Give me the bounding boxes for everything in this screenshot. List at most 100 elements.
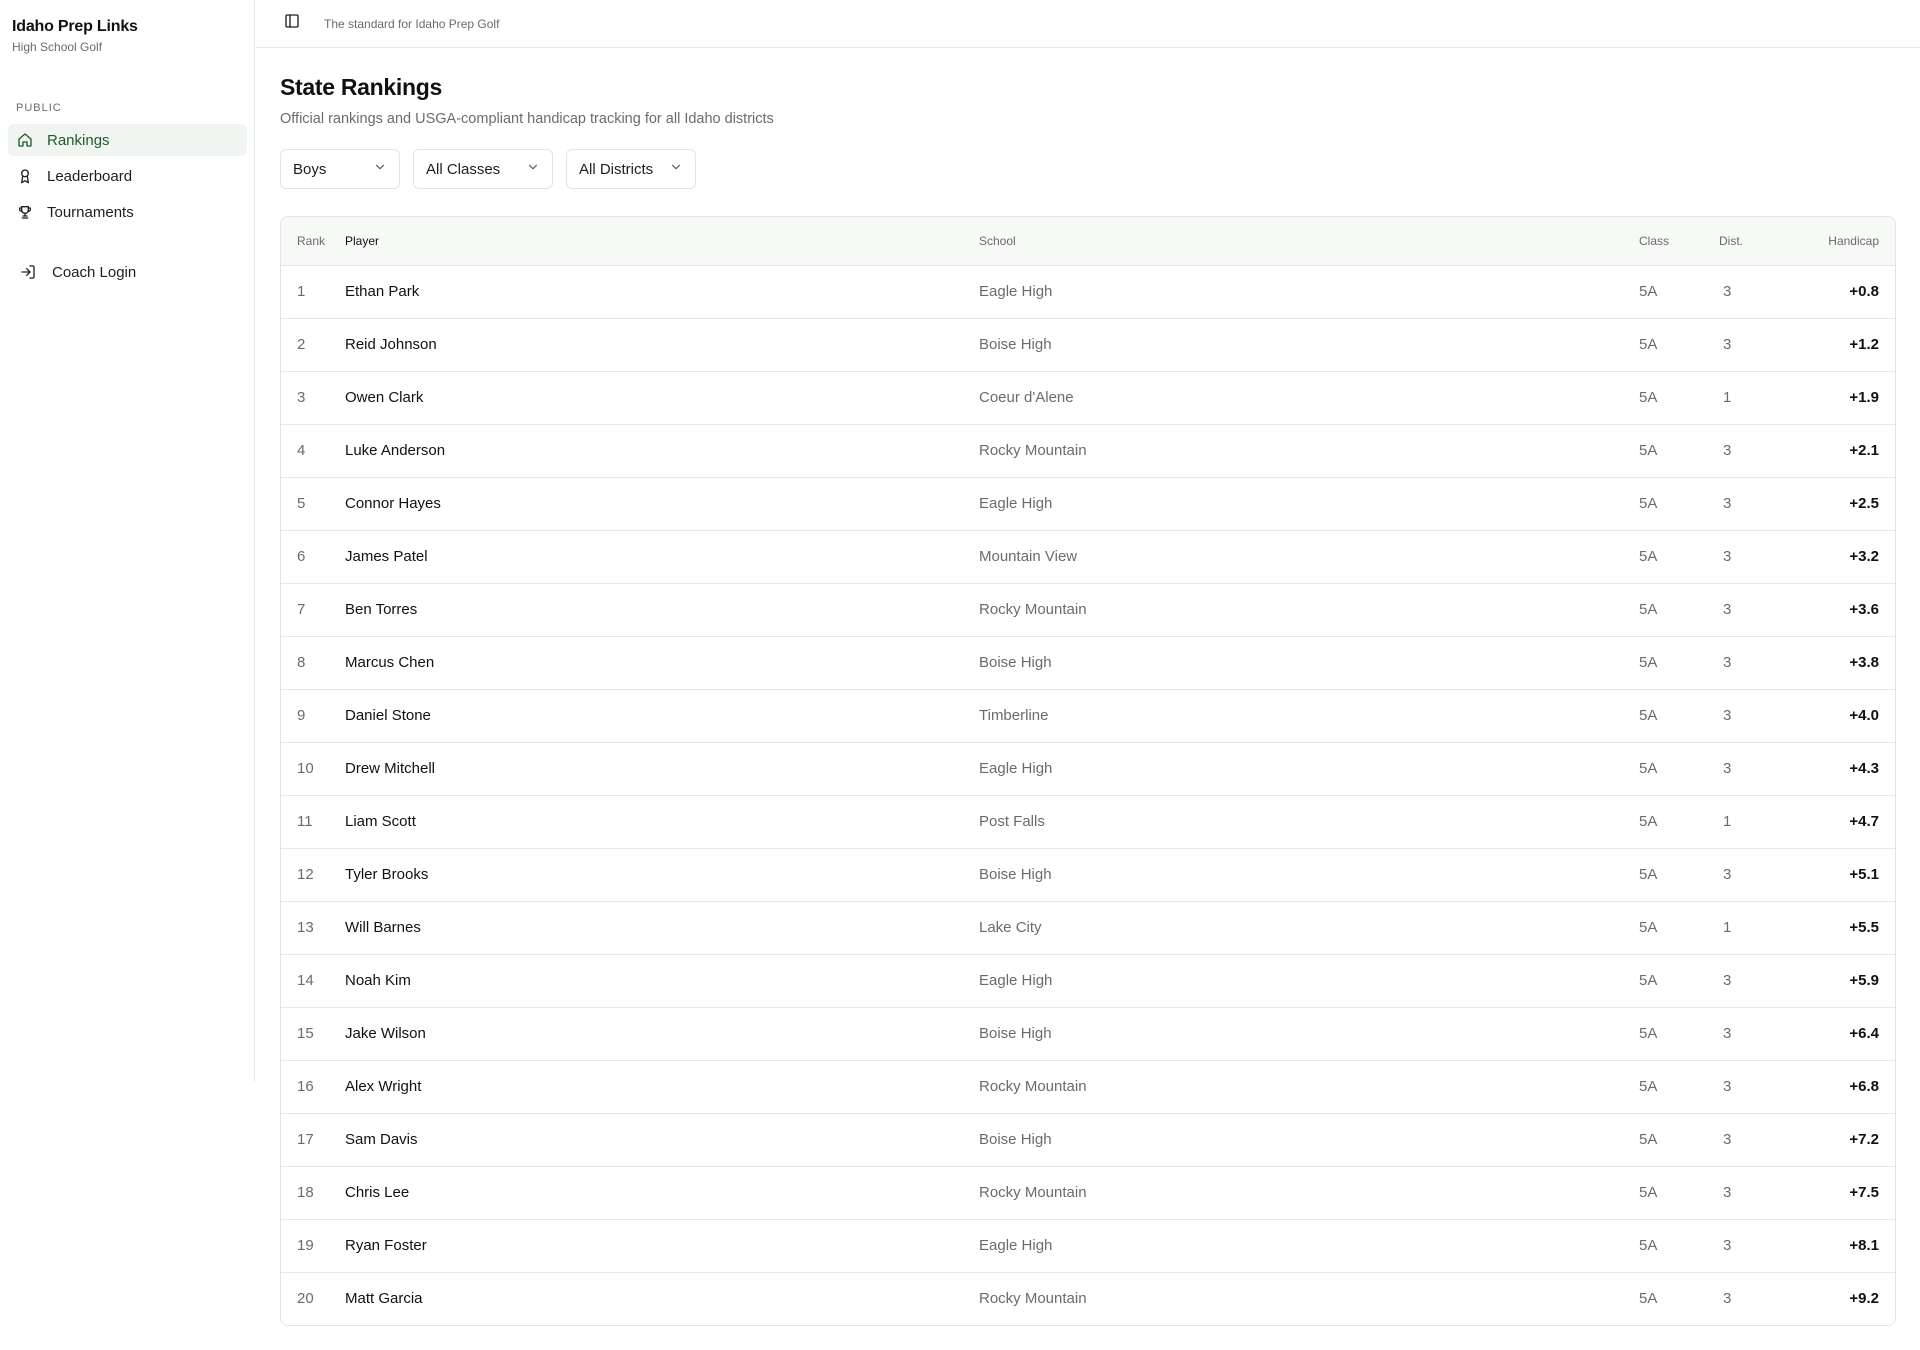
table-row[interactable]: 9 Daniel Stone Timberline 5A 3 +4.0 [281, 689, 1895, 742]
cell-rank: 3 [297, 389, 306, 406]
class-select[interactable]: All Classes [413, 149, 553, 189]
cell-school: Boise High [979, 336, 1052, 353]
table-row[interactable]: 20 Matt Garcia Rocky Mountain 5A 3 +9.2 [281, 1272, 1895, 1325]
cell-class: 5A [1639, 1237, 1658, 1254]
cell-class: 5A [1639, 548, 1658, 565]
table-row[interactable]: 16 Alex Wright Rocky Mountain 5A 3 +6.8 [281, 1060, 1895, 1113]
trophy-icon [17, 204, 33, 220]
cell-class: 5A [1639, 283, 1658, 300]
cell-player: Reid Johnson [345, 336, 437, 353]
table-row[interactable]: 11 Liam Scott Post Falls 5A 1 +4.7 [281, 795, 1895, 848]
cell-rank: 6 [297, 548, 306, 565]
cell-player: Alex Wright [345, 1078, 422, 1095]
coach-login-button[interactable]: Coach Login [20, 258, 136, 286]
table-row[interactable]: 8 Marcus Chen Boise High 5A 3 +3.8 [281, 636, 1895, 689]
cell-handicap: +1.9 [1849, 389, 1879, 406]
cell-rank: 4 [297, 442, 306, 459]
chevron-down-icon [361, 160, 387, 178]
cell-rank: 1 [297, 283, 306, 300]
cell-handicap: +9.2 [1849, 1290, 1879, 1308]
cell-district: 3 [1723, 760, 1732, 777]
cell-handicap: +7.5 [1849, 1184, 1879, 1201]
gender-select-value: Boys [293, 160, 327, 178]
cell-handicap: +3.2 [1849, 548, 1879, 565]
cell-handicap: +6.4 [1849, 1025, 1879, 1042]
cell-class: 5A [1639, 601, 1658, 618]
gender-select[interactable]: Boys [280, 149, 400, 189]
cell-rank: 13 [297, 919, 314, 936]
cell-school: Rocky Mountain [979, 1290, 1087, 1308]
cell-district: 3 [1723, 601, 1732, 618]
table-row[interactable]: 2 Reid Johnson Boise High 5A 3 +1.2 [281, 318, 1895, 371]
sidebar: Idaho Prep Links High School Golf PUBLIC… [0, 0, 255, 1082]
cell-handicap: +4.7 [1849, 813, 1879, 830]
cell-district: 3 [1723, 442, 1732, 459]
cell-school: Rocky Mountain [979, 1078, 1087, 1095]
cell-class: 5A [1639, 336, 1658, 353]
table-row[interactable]: 10 Drew Mitchell Eagle High 5A 3 +4.3 [281, 742, 1895, 795]
cell-class: 5A [1639, 1131, 1658, 1148]
table-header-row: Rank Player School Class Dist. Handicap [281, 217, 1895, 265]
column-header-dist[interactable]: Dist. [1719, 217, 1799, 265]
cell-class: 5A [1639, 1290, 1658, 1308]
cell-district: 3 [1723, 1184, 1732, 1201]
cell-player: Marcus Chen [345, 654, 435, 671]
coach-login-label: Coach Login [52, 263, 137, 281]
cell-player: Daniel Stone [345, 707, 431, 724]
sidebar-toggle-button[interactable] [280, 12, 304, 36]
chevron-down-icon [657, 160, 683, 178]
table-row[interactable]: 19 Ryan Foster Eagle High 5A 3 +8.1 [281, 1219, 1895, 1272]
table-row[interactable]: 7 Ben Torres Rocky Mountain 5A 3 +3.6 [281, 583, 1895, 636]
cell-school: Eagle High [979, 972, 1053, 989]
cell-player: Will Barnes [345, 919, 421, 936]
sidebar-item-tournaments[interactable]: Tournaments [8, 196, 247, 228]
cell-player: Ryan Foster [345, 1237, 427, 1254]
cell-player: Liam Scott [345, 813, 416, 830]
table-row[interactable]: 4 Luke Anderson Rocky Mountain 5A 3 +2.1 [281, 424, 1895, 477]
cell-school: Boise High [979, 866, 1052, 883]
cell-district: 3 [1723, 866, 1732, 883]
column-header-rank[interactable]: Rank [281, 217, 345, 265]
table-row[interactable]: 6 James Patel Mountain View 5A 3 +3.2 [281, 530, 1895, 583]
cell-handicap: +8.1 [1849, 1237, 1879, 1254]
table-row[interactable]: 5 Connor Hayes Eagle High 5A 3 +2.5 [281, 477, 1895, 530]
table-row[interactable]: 15 Jake Wilson Boise High 5A 3 +6.4 [281, 1007, 1895, 1060]
column-header-player[interactable]: Player [345, 217, 979, 265]
sidebar-item-rankings[interactable]: Rankings [8, 124, 247, 156]
column-header-class[interactable]: Class [1639, 217, 1719, 265]
sidebar-item-leaderboard[interactable]: Leaderboard [8, 160, 247, 192]
cell-district: 3 [1723, 283, 1732, 300]
cell-district: 3 [1723, 707, 1732, 724]
table-row[interactable]: 17 Sam Davis Boise High 5A 3 +7.2 [281, 1113, 1895, 1166]
cell-rank: 11 [297, 813, 313, 830]
class-select-value: All Classes [426, 160, 501, 178]
cell-player: Sam Davis [345, 1131, 418, 1148]
table-row[interactable]: 14 Noah Kim Eagle High 5A 3 +5.9 [281, 954, 1895, 1007]
cell-handicap: +6.8 [1849, 1078, 1879, 1095]
table-row[interactable]: 3 Owen Clark Coeur d'Alene 5A 1 +1.9 [281, 371, 1895, 424]
login-icon [20, 264, 36, 280]
table-row[interactable]: 12 Tyler Brooks Boise High 5A 3 +5.1 [281, 848, 1895, 901]
cell-class: 5A [1639, 707, 1658, 724]
cell-player: James Patel [345, 548, 428, 565]
cell-player: Matt Garcia [345, 1290, 423, 1308]
sidebar-nav: Rankings Leaderboard Tournaments [8, 124, 247, 232]
chevron-down-icon [514, 160, 540, 178]
cell-handicap: +0.8 [1849, 283, 1879, 300]
cell-player: Ben Torres [345, 601, 418, 618]
column-header-handicap[interactable]: Handicap [1799, 217, 1895, 265]
sidebar-item-label: Leaderboard [47, 167, 133, 185]
column-header-school[interactable]: School [979, 217, 1639, 265]
cell-player: Tyler Brooks [345, 866, 429, 883]
table-row[interactable]: 13 Will Barnes Lake City 5A 1 +5.5 [281, 901, 1895, 954]
cell-school: Mountain View [979, 548, 1078, 565]
table-row[interactable]: 18 Chris Lee Rocky Mountain 5A 3 +7.5 [281, 1166, 1895, 1219]
district-select[interactable]: All Districts [566, 149, 696, 189]
cell-class: 5A [1639, 919, 1658, 936]
sidebar-group-label: PUBLIC [16, 102, 62, 114]
table-row[interactable]: 1 Ethan Park Eagle High 5A 3 +0.8 [281, 265, 1895, 318]
cell-handicap: +7.2 [1849, 1131, 1879, 1148]
cell-handicap: +1.2 [1849, 336, 1879, 353]
main-content: State Rankings Official rankings and USG… [280, 48, 1896, 1326]
sidebar-item-label: Rankings [47, 131, 110, 149]
